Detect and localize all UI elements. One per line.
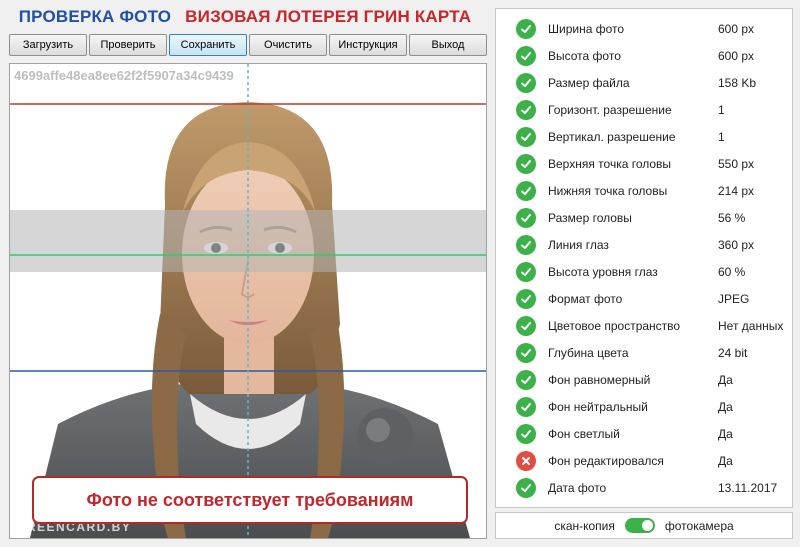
instructions-button[interactable]: Инструкция	[329, 34, 407, 56]
toggle-label-camera: фотокамера	[664, 518, 734, 533]
check-label: Высота фото	[548, 48, 621, 63]
result-banner: Фото не соответствует требованиям	[32, 476, 468, 524]
check-value: 56 %	[718, 210, 746, 225]
check-value: 158 Kb	[718, 75, 757, 90]
check-row: Нижняя точка головы 214 px	[496, 177, 792, 204]
check-label: Фон нейтральный	[548, 399, 648, 414]
check-label: Фон светлый	[548, 426, 620, 441]
check-row: Цветовое пространство Нет данных	[496, 312, 792, 339]
check-label: Формат фото	[548, 291, 623, 306]
check-label: Высота уровня глаз	[548, 264, 658, 279]
check-value: 600 px	[718, 21, 755, 36]
check-value: 24 bit	[718, 345, 748, 360]
check-icon	[516, 18, 536, 39]
title-right: ВИЗОВАЯ ЛОТЕРЕЯ ГРИН КАРТА	[185, 7, 472, 26]
check-icon	[516, 45, 536, 66]
check-label: Нижняя точка головы	[548, 183, 668, 198]
check-value: 1	[718, 102, 725, 117]
check-label: Цветовое пространство	[548, 318, 681, 333]
toolbar: Загрузить Проверить Сохранить Очистить И…	[9, 34, 487, 56]
save-button[interactable]: Сохранить	[169, 34, 247, 56]
result-message: Фото не соответствует требованиям	[86, 489, 414, 510]
check-value: 214 px	[718, 183, 755, 198]
check-icon	[516, 369, 536, 390]
check-value: JPEG	[718, 291, 750, 306]
check-row: Вертикал. разрешение 1	[496, 123, 792, 150]
toggle-knob	[641, 520, 653, 531]
check-label: Верхняя точка головы	[548, 156, 672, 171]
check-value: 13.11.2017	[718, 480, 778, 495]
check-icon	[516, 477, 536, 498]
check-icon	[516, 315, 536, 336]
photo-hash: 4699affe48ea8ee62f2f5907a34c9439	[14, 68, 234, 83]
check-row: Размер головы 56 %	[496, 204, 792, 231]
check-value: Да	[718, 399, 733, 414]
check-icon	[516, 288, 536, 309]
check-row: Фон нейтральный Да	[496, 393, 792, 420]
check-label: Ширина фото	[548, 21, 625, 36]
check-button[interactable]: Проверить	[89, 34, 167, 56]
check-row: Глубина цвета 24 bit	[496, 339, 792, 366]
clear-button[interactable]: Очистить	[249, 34, 327, 56]
check-icon	[516, 126, 536, 147]
check-label: Горизонт. разрешение	[548, 102, 672, 117]
check-row: Линия глаз 360 px	[496, 231, 792, 258]
check-row: Размер файла 158 Kb	[496, 69, 792, 96]
check-icon	[516, 423, 536, 444]
check-icon	[516, 342, 536, 363]
check-value: Да	[718, 453, 733, 468]
check-label: Вертикал. разрешение	[548, 129, 676, 144]
check-value: 360 px	[718, 237, 755, 252]
check-label: Фон редактировался	[548, 453, 664, 468]
check-icon	[516, 396, 536, 417]
source-toggle-bar: скан-копия фотокамера	[495, 512, 793, 539]
check-icon	[516, 261, 536, 282]
check-results-panel: Ширина фото 600 px Высота фото 600 px Размер…	[495, 8, 793, 508]
check-value: Да	[718, 372, 733, 387]
title-left: ПРОВЕРКА ФОТО	[18, 7, 172, 26]
check-value: Нет данных	[718, 318, 784, 333]
check-value: 600 px	[718, 48, 755, 63]
check-row: Горизонт. разрешение 1	[496, 96, 792, 123]
check-row: Фон редактировался Да	[496, 447, 792, 474]
check-label: Размер файла	[548, 75, 630, 90]
check-icon	[516, 72, 536, 93]
check-row: Высота уровня глаз 60 %	[496, 258, 792, 285]
load-button[interactable]: Загрузить	[9, 34, 87, 56]
exit-button[interactable]: Выход	[409, 34, 487, 56]
check-value: 550 px	[718, 156, 755, 171]
check-label: Размер головы	[548, 210, 632, 225]
check-label: Дата фото	[548, 480, 607, 495]
check-label: Линия глаз	[548, 237, 609, 252]
check-row: Фон равномерный Да	[496, 366, 792, 393]
header: ПРОВЕРКА ФОТО ВИЗОВАЯ ЛОТЕРЕЯ ГРИН КАРТА	[0, 0, 490, 34]
check-row: Ширина фото 600 px	[496, 15, 792, 42]
check-icon	[516, 99, 536, 120]
check-value: 60 %	[718, 264, 746, 279]
app-window: ПРОВЕРКА ФОТО ВИЗОВАЯ ЛОТЕРЕЯ ГРИН КАРТА…	[0, 0, 800, 547]
check-label: Глубина цвета	[548, 345, 629, 360]
check-row: Высота фото 600 px	[496, 42, 792, 69]
error-icon	[516, 450, 536, 471]
source-toggle[interactable]	[624, 518, 655, 533]
check-row: Верхняя точка головы 550 px	[496, 150, 792, 177]
check-icon	[516, 207, 536, 228]
check-icon	[516, 180, 536, 201]
check-row: Дата фото 13.11.2017	[496, 474, 792, 501]
check-icon	[516, 234, 536, 255]
portrait-photo	[10, 64, 486, 538]
check-row: Фон светлый Да	[496, 420, 792, 447]
toggle-label-scan: скан-копия	[554, 518, 615, 533]
check-icon	[516, 153, 536, 174]
check-value: Да	[718, 426, 733, 441]
check-label: Фон равномерный	[548, 372, 651, 387]
check-value: 1	[718, 129, 725, 144]
photo-preview: 4699affe48ea8ee62f2f5907a34c9439 GREENCA…	[9, 63, 487, 539]
check-row: Формат фото JPEG	[496, 285, 792, 312]
